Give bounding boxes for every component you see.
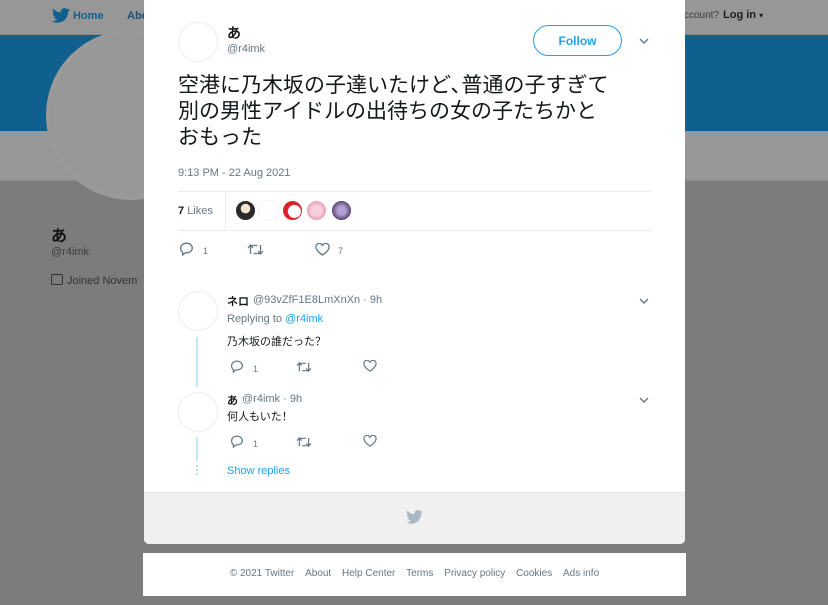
likes-label: Likes <box>187 205 213 217</box>
reply-button[interactable] <box>179 242 194 256</box>
account-prompt-text: ccount? <box>684 10 720 21</box>
profile-handle: @r4imk <box>51 246 90 258</box>
page-footer: © 2021 Twitter About Help Center Terms P… <box>143 553 686 596</box>
divider <box>178 191 651 192</box>
footer-copyright: © 2021 Twitter <box>229 568 295 579</box>
likes-count: 7 <box>178 205 185 217</box>
footer-links: © 2021 Twitter About Help Center Terms P… <box>143 568 686 579</box>
reply-text: 何人もいた！ <box>227 411 293 423</box>
heart-icon <box>363 435 377 447</box>
replying-to-handle[interactable]: @r4imk <box>285 313 323 325</box>
heart-icon <box>315 243 330 256</box>
reply-author-meta[interactable]: @r4imk · 9h <box>242 393 302 405</box>
reply-author-name[interactable]: あ <box>227 392 238 408</box>
heart-icon <box>363 360 377 372</box>
tweet-text-line: おもった <box>178 126 262 149</box>
likes-stat[interactable]: 7 Likes <box>178 205 213 217</box>
joined-text: Joined Novem <box>67 275 138 287</box>
nav-home-link[interactable]: Home <box>73 10 104 22</box>
twitter-bird-icon[interactable] <box>52 8 70 23</box>
caret-down-icon: ▾ <box>759 11 764 20</box>
tweet-modal: あ @r4imk Follow 空港に乃木坂の子達いたけど､普通の子すぎて 別の… <box>144 0 685 544</box>
reply-author-meta[interactable]: @93vZfF1E8LmXnXn · 9h <box>253 294 382 306</box>
reply-avatar[interactable] <box>178 392 218 432</box>
author-avatar[interactable] <box>178 22 218 62</box>
liker-avatar[interactable] <box>306 200 327 221</box>
liker-avatar[interactable] <box>282 200 303 221</box>
reply-button[interactable] <box>230 435 244 448</box>
reply-count: 1 <box>253 364 259 374</box>
reply-count: 1 <box>253 439 259 449</box>
reply-icon <box>231 360 243 373</box>
liker-avatar[interactable] <box>331 200 352 221</box>
retweet-button[interactable] <box>296 436 312 448</box>
calendar-icon <box>51 274 63 285</box>
twitter-bird-icon <box>406 510 423 524</box>
thread-line <box>196 337 198 387</box>
tweet-text: 空港に乃木坂の子達いたけど､普通の子すぎて 別の男性アイドルの出待ちの女の子たち… <box>178 73 658 151</box>
reply-icon <box>231 435 243 448</box>
tweet-author-handle[interactable]: @r4imk <box>227 43 265 55</box>
like-button[interactable] <box>363 435 377 447</box>
tweet-timestamp[interactable]: 9:13 PM - 22 Aug 2021 <box>178 167 291 179</box>
footer-link-ads-info[interactable]: Ads info <box>563 568 599 579</box>
tweet-text-line: 空港に乃木坂の子達いたけど､普通の子すぎて <box>178 74 609 97</box>
chevron-down-icon[interactable] <box>639 397 649 403</box>
liker-avatar[interactable] <box>235 200 256 221</box>
profile-joined: Joined Novem <box>51 274 137 287</box>
like-button[interactable] <box>315 243 330 256</box>
retweet-icon <box>296 436 312 448</box>
retweet-button[interactable] <box>247 243 264 256</box>
retweet-button[interactable] <box>296 361 312 373</box>
modal-footer <box>144 492 685 544</box>
reply-avatar[interactable] <box>178 291 218 331</box>
reply-count: 1 <box>203 246 209 256</box>
retweet-icon <box>247 243 264 256</box>
profile-name: あ <box>51 228 68 245</box>
follow-button[interactable]: Follow <box>533 25 622 56</box>
chevron-down-icon[interactable] <box>639 298 649 304</box>
footer-link-privacy[interactable]: Privacy policy <box>444 568 505 579</box>
reply-button[interactable] <box>230 360 244 373</box>
retweet-icon <box>296 361 312 373</box>
reply-icon <box>180 242 193 256</box>
footer-link-about[interactable]: About <box>305 568 331 579</box>
divider <box>225 192 226 230</box>
show-replies-link[interactable]: Show replies <box>227 465 290 477</box>
like-count: 7 <box>338 246 344 256</box>
reply-author-name[interactable]: ネロ <box>227 293 249 309</box>
like-button[interactable] <box>363 360 377 372</box>
footer-link-cookies[interactable]: Cookies <box>516 568 552 579</box>
replying-to: Replying to @r4imk <box>227 313 323 325</box>
tweet-text-line: 別の男性アイドルの出待ちの女の子たちかと <box>178 100 597 123</box>
login-label: Log in <box>723 9 756 21</box>
login-link[interactable]: Log in ▾ <box>723 9 763 21</box>
thread-line <box>196 437 198 461</box>
footer-link-terms[interactable]: Terms <box>406 568 433 579</box>
liker-avatar[interactable] <box>258 200 279 221</box>
divider <box>178 230 651 231</box>
footer-link-help-center[interactable]: Help Center <box>342 568 395 579</box>
chevron-down-icon[interactable] <box>639 38 649 44</box>
thread-dots <box>196 465 198 477</box>
reply-text: 乃木坂の誰だった？ <box>227 336 326 348</box>
replying-to-label: Replying to <box>227 313 283 325</box>
tweet-author-name[interactable]: あ <box>227 23 241 43</box>
